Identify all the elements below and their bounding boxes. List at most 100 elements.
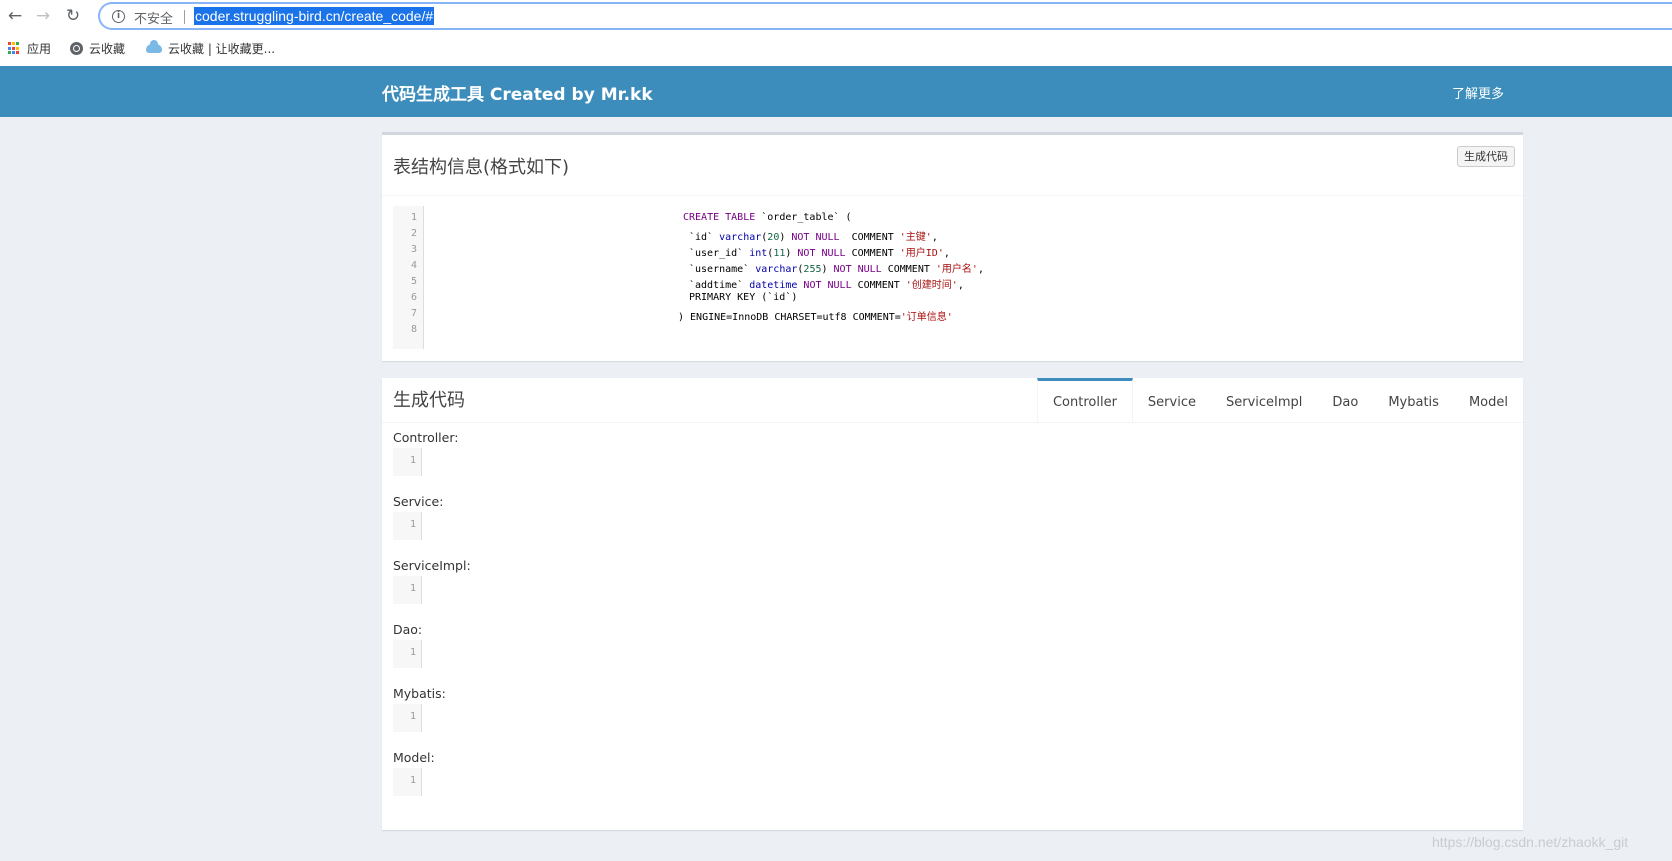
code-editor-serviceimpl[interactable]: 1 [393,576,422,604]
code-token: COMMENT [839,232,900,243]
code-editor-mybatis[interactable]: 1 [393,704,422,732]
line-number: 2 [410,228,417,239]
line-number: 8 [410,324,417,335]
generate-code-button[interactable]: 生成代码 [1457,146,1515,167]
app-header: 代码生成工具 Created by Mr.kk 了解更多 [0,66,1672,117]
line-number: 3 [410,244,417,255]
security-status[interactable]: 不安全 [134,8,173,27]
line-number: 1 [409,519,416,530]
section-label: Model: [393,750,435,765]
code-token: CREATE TABLE [683,212,756,223]
code-token: ) [779,232,792,243]
apps-dot [8,46,11,50]
globe-icon [70,42,83,55]
code-editor-service[interactable]: 1 [393,512,422,540]
code-line: PRIMARY KEY (`id`) [689,292,797,303]
code-token: 255 [803,264,822,275]
tab-model[interactable]: Model [1454,378,1523,423]
apps-dot [16,46,19,50]
code-token: '用户名' [935,264,978,275]
browser-chrome: ← → ↻ i 不安全 coder.struggling-bird.cn/cre… [0,0,1672,66]
code-token: ) ENGINE=InnoDB CHARSET=utf8 COMMENT= [678,312,901,323]
apps-dot [12,42,15,45]
apps-grid-icon [8,42,21,55]
code-line: CREATE TABLE `order_table` ( [683,212,852,223]
code-token: int [749,248,768,259]
section-label: Dao: [393,622,423,637]
code-editor-controller[interactable]: 1 [393,448,422,476]
code-token: ) [821,264,834,275]
section-label: ServiceImpl: [393,558,471,573]
app-title[interactable]: 代码生成工具 Created by Mr.kk [382,80,653,105]
code-tabs: Controller Service ServiceImpl Dao Mybatis Mo… [1036,378,1523,423]
code-token: COMMENT [881,264,936,275]
bookmark-label: 应用 [27,42,52,56]
code-token: , [943,248,950,259]
watermark: https://blog.csdn.net/zhaokk_git [1432,834,1629,850]
info-icon[interactable]: i [112,10,125,23]
tab-mybatis[interactable]: Mybatis [1373,378,1454,423]
url-input[interactable]: coder.struggling-bird.cn/create_code/# [194,7,435,25]
panel-title: 生成代码 [393,390,465,411]
code-token: , [957,280,964,291]
line-number: 6 [410,292,417,303]
code-token: 11 [773,248,786,259]
table-structure-panel: 表结构信息(格式如下) 生成代码 1 2 3 4 5 6 7 8 CREATE TABLE `… [382,132,1523,361]
code-token: '创建时间' [905,280,958,291]
learn-more-link[interactable]: 了解更多 [1452,83,1504,102]
line-number: 1 [410,212,417,223]
code-token: varchar [755,264,798,275]
section-label: Service: [393,494,444,509]
bookmark-cloud-favorites[interactable]: 云收藏 [70,40,125,57]
panel-header: 表结构信息(格式如下) 生成代码 [382,135,1523,196]
generated-code-panel: 生成代码 Controller Service ServiceImpl Dao Myba… [382,378,1523,830]
apps-dot [8,42,11,45]
line-number: 4 [410,260,417,271]
bookmark-apps[interactable]: 应用 [8,40,51,57]
code-line: `user_id` int(11) NOT NULL COMMENT '用户ID… [689,244,950,259]
code-line: `id` varchar(20) NOT NULL COMMENT '主键', [689,228,938,243]
code-token: '主键' [899,232,932,243]
line-number: 1 [409,455,416,466]
code-token: PRIMARY KEY (`id`) [689,292,798,303]
reload-icon[interactable]: ↻ [62,5,84,27]
line-number-gutter: 1 2 3 4 5 6 7 8 [393,206,424,349]
code-token: `order_table` ( [755,212,852,223]
sql-code-editor[interactable]: 1 2 3 4 5 6 7 8 CREATE TABLE `order_table` (`id… [393,206,1513,349]
panel-title: 表结构信息(格式如下) [393,157,570,178]
address-bar[interactable]: i 不安全 coder.struggling-bird.cn/create_co… [98,2,1672,30]
code-line: ) ENGINE=InnoDB CHARSET=utf8 COMMENT='订单… [678,308,953,323]
code-token: NOT NULL [833,264,882,275]
code-line: `username` varchar(255) NOT NULL COMMENT… [689,260,984,275]
code-editor-dao[interactable]: 1 [393,640,422,668]
apps-dot [8,51,11,55]
line-number: 1 [409,775,416,786]
code-token: varchar [719,232,762,243]
line-number: 1 [409,711,416,722]
code-token: '用户ID' [899,248,944,259]
url-separator [184,10,185,24]
section-label: Mybatis: [393,686,446,701]
line-number: 7 [410,308,417,319]
bookmark-label: 云收藏 [89,42,126,56]
forward-arrow-icon[interactable]: → [32,5,54,27]
code-editor-model[interactable]: 1 [393,768,422,796]
bookmarks-bar: 应用 云收藏 云收藏 | 让收藏更... [0,36,1672,64]
bookmark-cloud-favorites-more[interactable]: 云收藏 | 让收藏更... [146,40,275,57]
section-label: Controller: [393,430,459,445]
tab-dao[interactable]: Dao [1317,378,1373,423]
tab-service[interactable]: Service [1133,378,1211,423]
code-token: ) [785,248,798,259]
divider [382,422,1523,423]
apps-dot [12,46,15,50]
tab-controller[interactable]: Controller [1036,378,1133,423]
code-token: 20 [767,232,780,243]
code-token: , [931,232,938,243]
code-token: NOT NULL [797,248,846,259]
line-number: 1 [409,647,416,658]
code-token: NOT NULL [791,232,840,243]
back-arrow-icon[interactable]: ← [4,5,26,27]
code-token: COMMENT [851,280,906,291]
apps-dot [16,51,19,55]
tab-serviceimpl[interactable]: ServiceImpl [1211,378,1317,423]
